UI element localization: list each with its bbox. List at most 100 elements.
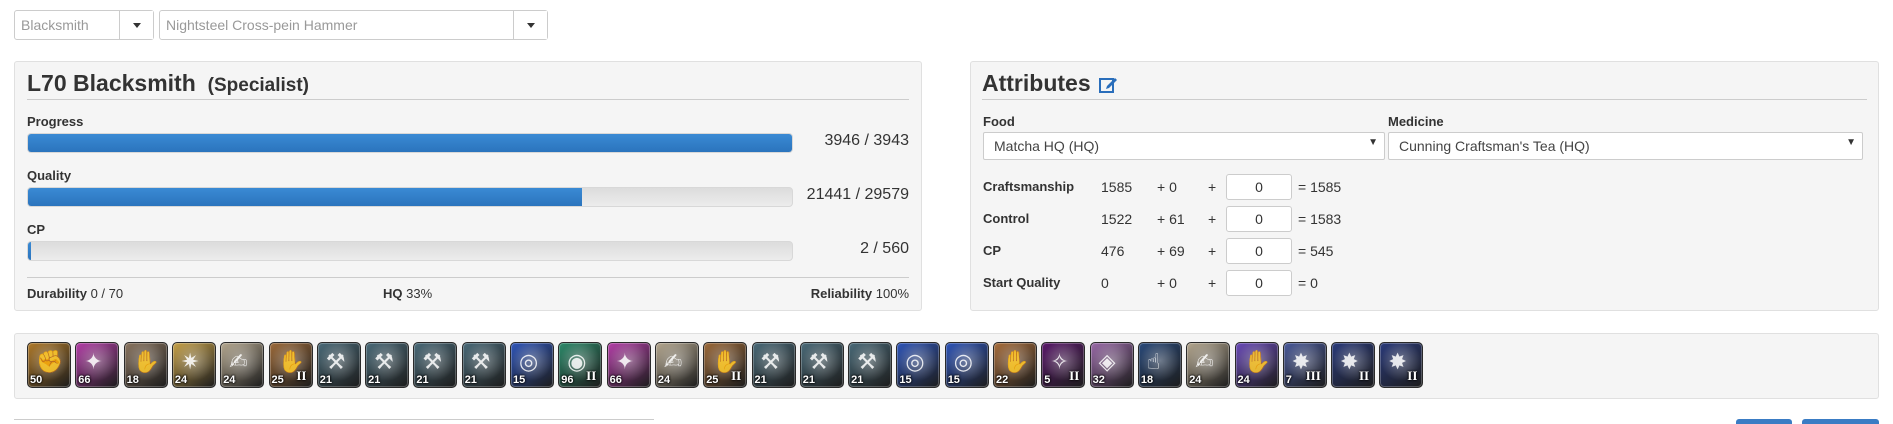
attribute-base: 1585 — [1101, 179, 1133, 195]
action-level: 21 — [464, 374, 477, 386]
innovation-icon: ✷ — [180, 349, 200, 374]
action-hammer-touch[interactable]: ⚒ 21 — [413, 342, 458, 388]
action-level: 21 — [416, 374, 429, 386]
attribute-name: Control — [983, 211, 1030, 226]
muscle-memory-icon: ✊ — [36, 349, 64, 374]
hq-label: HQ — [383, 286, 403, 301]
class-select[interactable]: Blacksmith — [14, 10, 154, 40]
attribute-total: = 0 — [1298, 275, 1318, 291]
action-muscle-memory[interactable]: ✊ 50 — [27, 342, 71, 388]
attribute-base: 0 — [1101, 275, 1109, 291]
attribute-bonus: + 69 — [1157, 243, 1185, 259]
action-inner-quiet[interactable]: ✦ 66 — [75, 342, 120, 388]
action-rank: II — [296, 368, 307, 383]
attribute-row-control: Control 1522 + 61 + 0 = 1583 — [983, 206, 1383, 232]
action-comfort-zone[interactable]: ◉ 96 II — [558, 342, 603, 388]
chevron-down-icon: ▼ — [1368, 137, 1378, 148]
quality-bar — [27, 187, 793, 207]
footer-divider — [27, 277, 909, 278]
action-hammer-touch[interactable]: ⚒ 21 — [751, 342, 796, 388]
manipulation-icon: ✍ — [663, 349, 683, 374]
food-select-value: Matcha HQ (HQ) — [994, 138, 1100, 154]
action-steady-hand[interactable]: ◎ 15 — [896, 342, 941, 388]
action-flash[interactable]: ✸ II — [1379, 342, 1424, 388]
action-level: 21 — [368, 374, 381, 386]
action-level: 24 — [174, 374, 188, 386]
bottom-button-edge[interactable] — [1802, 419, 1879, 424]
progress-value: 3946 / 3943 — [824, 132, 909, 149]
action-glowing-hand[interactable]: ✋ 24 — [1234, 342, 1279, 388]
action-manipulation[interactable]: ✍ 24 — [654, 342, 699, 388]
attribute-name: CP — [983, 243, 1002, 258]
progress-bar-fill — [28, 134, 792, 152]
attribute-row-cp: CP 476 + 69 + 0 = 545 — [983, 238, 1383, 264]
action-hammer-touch[interactable]: ⚒ 21 — [365, 342, 410, 388]
action-hammer-touch[interactable]: ⚒ 21 — [316, 342, 361, 388]
action-flash[interactable]: ✸ II — [1331, 342, 1376, 388]
class-select-dropdown-button[interactable] — [119, 11, 153, 39]
action-inner-quiet[interactable]: ✦ 66 — [606, 342, 651, 388]
action-level: 15 — [947, 374, 960, 386]
action-rank: II — [731, 368, 742, 383]
action-hammer-touch[interactable]: ⚒ 21 — [461, 342, 506, 388]
action-hammer-touch[interactable]: ⚒ 21 — [848, 342, 893, 388]
steady-hand-icon: ◎ — [953, 349, 973, 374]
recipe-select-dropdown-button[interactable] — [513, 11, 547, 39]
food-select[interactable]: Matcha HQ (HQ) ▼ — [983, 132, 1385, 160]
attribute-bonus: + 0 — [1157, 179, 1177, 195]
hammer-touch-icon: ⚒ — [857, 349, 877, 374]
medicine-select[interactable]: Cunning Craftsman's Tea (HQ) ▼ — [1388, 132, 1863, 160]
medicine-label: Medicine — [1388, 114, 1444, 129]
progress-bar — [27, 133, 793, 153]
action-hand[interactable]: ✋ 22 — [993, 342, 1037, 388]
hammer-touch-icon: ⚒ — [325, 349, 346, 374]
hq-readout: HQ 33% — [383, 286, 432, 301]
chevron-down-icon: ▼ — [1846, 137, 1856, 148]
manipulation-icon: ✍ — [229, 349, 248, 374]
steady-hand-icon: ◎ — [905, 349, 925, 374]
action-byregots-blessing[interactable]: ✧ 5 II — [1041, 342, 1086, 388]
attribute-extra-input[interactable]: 0 — [1226, 238, 1292, 264]
action-innovation[interactable]: ✷ 24 — [171, 342, 216, 388]
action-steady-hand[interactable]: ◎ 15 — [510, 342, 554, 388]
steady-hand-icon: ◎ — [519, 349, 539, 374]
attribute-row-craftsmanship: Craftsmanship 1585 + 0 + 0 = 1585 — [983, 174, 1383, 200]
action-rank: II — [1358, 368, 1370, 383]
action-great-strides[interactable]: ✋ 25 II — [268, 342, 313, 388]
durability-readout: Durability 0 / 70 — [27, 286, 123, 301]
action-rank: III — [1305, 368, 1321, 383]
action-level: 66 — [78, 374, 91, 386]
attribute-extra-input[interactable]: 0 — [1226, 206, 1292, 232]
action-observe[interactable]: ◈ 32 — [1089, 342, 1134, 388]
action-level: 18 — [126, 374, 139, 386]
chevron-down-icon — [526, 22, 535, 28]
action-manipulation[interactable]: ✍ 24 — [1186, 342, 1231, 388]
progress-label: Progress — [27, 114, 84, 129]
waste-not-icon: ✋ — [132, 349, 160, 374]
status-heading: L70 Blacksmith (Specialist) — [27, 70, 309, 97]
attribute-extra-input[interactable]: 0 — [1226, 270, 1292, 296]
action-rank: II — [1407, 368, 1418, 383]
action-level: 96 — [561, 374, 574, 386]
attribute-plus: + — [1208, 179, 1217, 195]
action-waste-not[interactable]: ✋ 18 — [123, 342, 168, 388]
flash-icon: ✸ — [1388, 349, 1407, 374]
attribute-extra-input[interactable]: 0 — [1226, 174, 1292, 200]
action-flash[interactable]: ✸ 7 III — [1282, 342, 1327, 388]
action-hammer-touch[interactable]: ⚒ 21 — [799, 342, 844, 388]
attribute-base: 476 — [1101, 243, 1125, 259]
recipe-select[interactable]: Nightsteel Cross-pein Hammer — [159, 10, 548, 40]
action-trained-hand[interactable]: ☝ 18 — [1137, 342, 1182, 388]
bottom-button-edge[interactable] — [1736, 419, 1792, 424]
action-manipulation[interactable]: ✍ 24 — [220, 342, 265, 388]
quality-bar-fill — [28, 188, 582, 206]
edit-icon[interactable] — [1098, 75, 1119, 96]
action-great-strides[interactable]: ✋ 25 II — [703, 342, 748, 388]
action-level: 21 — [851, 374, 864, 386]
action-steady-hand[interactable]: ◎ 15 — [944, 342, 989, 388]
action-level: 50 — [30, 374, 43, 386]
cp-bar-fill — [28, 242, 31, 260]
attribute-plus: + — [1208, 243, 1217, 259]
action-rank: II — [586, 368, 597, 383]
attribute-total: = 545 — [1298, 243, 1334, 259]
